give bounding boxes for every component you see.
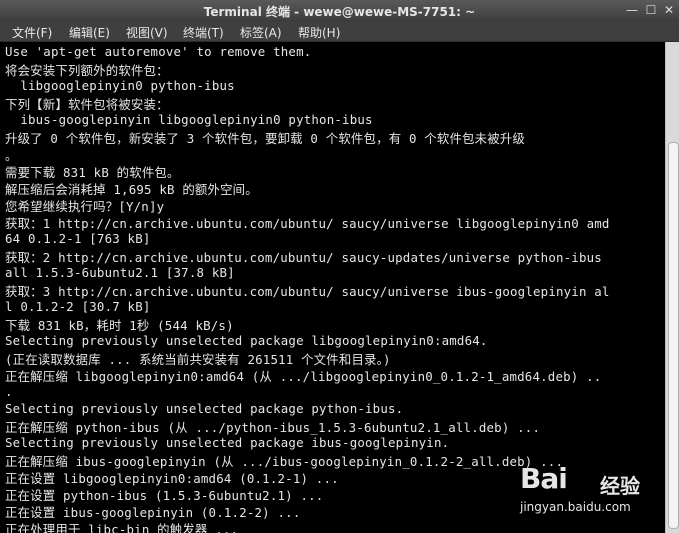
terminal-line: . [5, 384, 13, 399]
terminal-line: Selecting previously unselected package … [5, 401, 404, 416]
watermark-url: jingyan.baidu.com [520, 500, 631, 514]
terminal-line: 正在解压缩 python-ibus (从 .../python-ibus_1.5… [5, 420, 541, 435]
terminal-line: 正在设置 python-ibus (1.5.3-6ubuntu2.1) ... [5, 488, 324, 503]
watermark-suffix: 经验 [600, 474, 640, 498]
terminal-line: 解压缩后会消耗掉 1,695 kB 的额外空间。 [5, 182, 258, 197]
minimize-button[interactable]: — [624, 3, 640, 18]
menu-edit[interactable]: 编辑(E) [69, 24, 110, 41]
terminal-line: 升级了 0 个软件包，新安装了 3 个软件包，要卸载 0 个软件包，有 0 个软… [5, 131, 525, 146]
menu-view[interactable]: 视图(V) [126, 24, 168, 41]
terminal-line: 下列【新】软件包将被安装： [5, 97, 169, 112]
menu-help[interactable]: 帮助(H) [298, 24, 340, 41]
terminal-line: 正在解压缩 libgooglepinyin0:amd64 (从 .../libg… [5, 369, 602, 384]
terminal-output[interactable]: Use 'apt-get autoremove' to remove them.… [0, 42, 665, 533]
terminal-line: 获取：1 http://cn.archive.ubuntu.com/ubuntu… [5, 216, 610, 231]
maximize-button[interactable]: ☐ [643, 3, 659, 18]
terminal-line: 下载 831 kB，耗时 1秒 (544 kB/s) [5, 318, 234, 333]
terminal-line: Selecting previously unselected package … [5, 435, 450, 450]
terminal-line: 获取：3 http://cn.archive.ubuntu.com/ubuntu… [5, 284, 610, 299]
watermark-logo: Bai [520, 462, 568, 495]
terminal-line: 正在设置 libgooglepinyin0:amd64 (0.1.2-1) ..… [5, 471, 339, 486]
title-bar[interactable]: Terminal 终端 - wewe@wewe-MS-7751: ~ — ☐ ✕ [0, 0, 679, 23]
terminal-line: (正在读取数据库 ... 系统当前共安装有 261511 个文件和目录。) [5, 352, 391, 367]
terminal-line: 。 [5, 148, 18, 163]
menu-terminal[interactable]: 终端(T) [183, 24, 224, 41]
terminal-line: ibus-googlepinyin libgooglepinyin0 pytho… [5, 112, 373, 127]
terminal-line: libgooglepinyin0 python-ibus [5, 78, 235, 93]
terminal-line: Use 'apt-get autoremove' to remove them. [5, 44, 312, 59]
terminal-line: 正在处理用于 libc-bin 的触发器 ... [5, 522, 239, 533]
vertical-scrollbar[interactable] [665, 42, 679, 533]
menu-tabs[interactable]: 标签(A) [240, 24, 282, 41]
baidu-watermark: Bai 经验 jingyan.baidu.com [520, 462, 670, 527]
terminal-line: 正在解压缩 ibus-googlepinyin (从 .../ibus-goog… [5, 454, 564, 469]
terminal-line: 需要下载 831 kB 的软件包。 [5, 165, 180, 180]
close-button[interactable]: ✕ [661, 3, 677, 18]
terminal-line: l 0.1.2-2 [30.7 kB] [5, 299, 151, 314]
terminal-line: 64 0.1.2-1 [763 kB] [5, 231, 151, 246]
menu-file[interactable]: 文件(F) [12, 24, 52, 41]
terminal-line: Selecting previously unselected package … [5, 333, 488, 348]
terminal-line: 您希望继续执行吗？[Y/n]y [5, 199, 165, 214]
terminal-line: 正在设置 ibus-googlepinyin (0.1.2-2) ... [5, 505, 301, 520]
terminal-window: Terminal 终端 - wewe@wewe-MS-7751: ~ — ☐ ✕… [0, 0, 679, 533]
menu-bar: 文件(F) 编辑(E) 视图(V) 终端(T) 标签(A) 帮助(H) [0, 22, 679, 42]
terminal-line: 获取：2 http://cn.archive.ubuntu.com/ubuntu… [5, 250, 602, 265]
window-title: Terminal 终端 - wewe@wewe-MS-7751: ~ [203, 5, 476, 19]
terminal-line: 将会安装下列额外的软件包： [5, 63, 169, 78]
terminal-line: all 1.5.3-6ubuntu2.1 [37.8 kB] [5, 265, 235, 280]
